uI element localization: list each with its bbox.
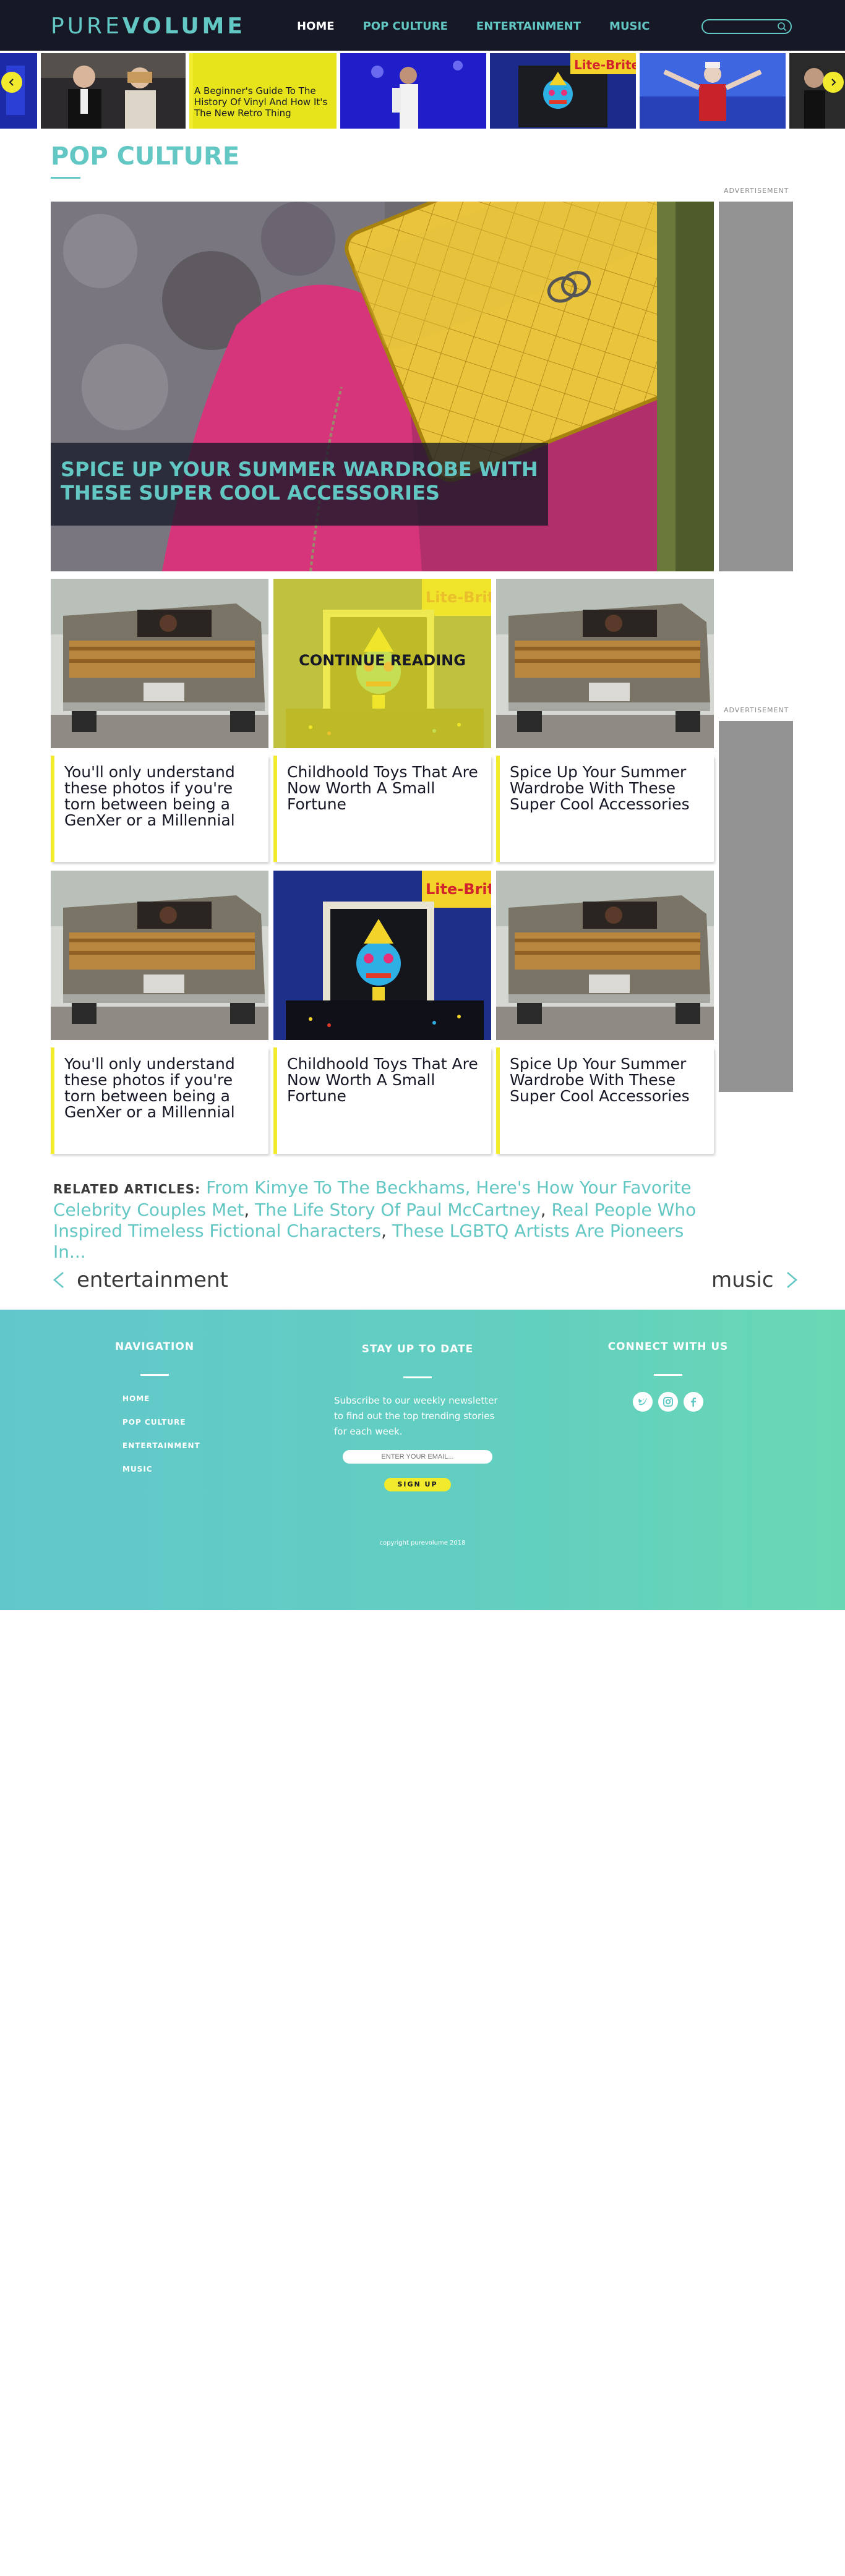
article-card-image[interactable] (51, 871, 268, 1040)
facebook-link[interactable] (684, 1392, 704, 1412)
nav-item-entertainment[interactable]: ENTERTAINMENT (476, 20, 581, 33)
ad-slot-bottom[interactable] (719, 721, 793, 1092)
article-card[interactable]: Lite-Brite Childhoold Toys That Are Now W… (273, 871, 491, 1154)
carousel-next-button[interactable] (823, 72, 844, 93)
search-box (701, 19, 792, 34)
article-card-image[interactable]: Lite-BriteCONTINUE READING (273, 579, 491, 748)
carousel-slide[interactable] (340, 53, 486, 129)
logo-bold-text: VOLUME (122, 14, 246, 39)
footer-divider (403, 1376, 432, 1378)
instagram-link[interactable] (658, 1392, 678, 1412)
search-icon[interactable] (777, 22, 787, 32)
article-card-image[interactable] (496, 579, 714, 748)
article-card-image[interactable] (496, 871, 714, 1040)
article-card-body: You'll only understand these photos if y… (51, 756, 268, 862)
carousel-slide[interactable]: A Beginner's Guide To The History Of Vin… (189, 53, 337, 129)
article-card-title[interactable]: Childhoold Toys That Are Now Worth A Sma… (287, 764, 479, 812)
next-category-label: music (711, 1268, 774, 1292)
article-card-body: You'll only understand these photos if y… (51, 1047, 268, 1154)
station-wagon-image (51, 871, 268, 1040)
prev-category-link[interactable]: entertainment (52, 1268, 228, 1292)
article-card-body: Spice Up Your Summer Wardrobe With These… (496, 1047, 714, 1154)
carousel-slide[interactable] (41, 53, 186, 129)
carousel-slide[interactable]: Lite-Brite (490, 53, 636, 129)
footer-link-entertainment[interactable]: ENTERTAINMENT (122, 1441, 204, 1450)
facebook-icon (691, 1397, 697, 1407)
carousel-prev-button[interactable] (1, 72, 22, 93)
article-card-body: Childhoold Toys That Are Now Worth A Sma… (273, 756, 491, 862)
article-card-title[interactable]: You'll only understand these photos if y… (64, 764, 256, 829)
article-card[interactable]: Lite-BriteCONTINUE READING Childhoold Toy… (273, 579, 491, 862)
newsletter-description: Subscribe to our weekly newsletter to fi… (334, 1395, 498, 1437)
page-title: POP CULTURE (51, 142, 240, 171)
article-card-body: Spice Up Your Summer Wardrobe With These… (496, 756, 714, 862)
title-underline (51, 177, 80, 179)
article-card-image[interactable] (51, 579, 268, 748)
prev-category-label: entertainment (77, 1268, 228, 1292)
footer-nav-links: HOME POP CULTURE ENTERTAINMENT MUSIC (105, 1394, 204, 1474)
search-input[interactable] (709, 22, 771, 32)
ad-slot-top[interactable] (719, 202, 793, 571)
lite-brite-image: Lite-Brite (273, 871, 491, 1040)
article-card[interactable]: You'll only understand these photos if y… (51, 871, 268, 1154)
article-card-title[interactable]: You'll only understand these photos if y… (64, 1056, 256, 1120)
footer-divider (140, 1374, 169, 1376)
ad-label: ADVERTISEMENT (724, 706, 789, 714)
footer-link-pop-culture[interactable]: POP CULTURE (122, 1418, 204, 1427)
station-wagon-image (51, 579, 268, 748)
article-card-image[interactable]: Lite-Brite (273, 871, 491, 1040)
chevron-right-icon (786, 1272, 797, 1288)
site-footer: NAVIGATION HOME POP CULTURE ENTERTAINMEN… (0, 1310, 845, 1610)
article-card-title[interactable]: Childhoold Toys That Are Now Worth A Sma… (287, 1056, 479, 1104)
chevron-left-icon (53, 1272, 64, 1288)
footer-nav-column: NAVIGATION HOME POP CULTURE ENTERTAINMEN… (105, 1341, 204, 1488)
footer-social-column: CONNECT WITH US (594, 1341, 742, 1412)
related-articles: RELATED ARTICLES: From Kimye To The Beck… (53, 1177, 697, 1262)
next-category-link[interactable]: music (711, 1268, 799, 1292)
instagram-icon (663, 1397, 673, 1407)
article-card-title[interactable]: Spice Up Your Summer Wardrobe With These… (510, 764, 701, 812)
logo-light-text: PURE (51, 14, 122, 39)
svg-text:Lite-Brite: Lite-Brite (426, 881, 491, 898)
footer-link-home[interactable]: HOME (122, 1394, 204, 1403)
ad-label: ADVERTISEMENT (724, 187, 789, 195)
chevron-right-icon (831, 79, 836, 86)
svg-text:Lite-Brite: Lite-Brite (574, 58, 636, 72)
article-card[interactable]: Spice Up Your Summer Wardrobe With These… (496, 871, 714, 1154)
twitter-icon (638, 1398, 647, 1405)
hero-caption: SPICE UP YOUR SUMMER WARDROBE WITH THESE… (51, 443, 548, 526)
site-logo[interactable]: PUREVOLUME (51, 14, 246, 39)
main-nav: HOME POP CULTURE ENTERTAINMENT MUSIC (297, 20, 678, 33)
continue-reading-overlay[interactable]: CONTINUE READING (273, 579, 491, 748)
featured-carousel: A Beginner's Guide To The History Of Vin… (0, 51, 845, 131)
newsletter-heading: STAY UP TO DATE (361, 1343, 474, 1355)
hero-title[interactable]: SPICE UP YOUR SUMMER WARDROBE WITH THESE… (61, 458, 543, 505)
station-wagon-image (496, 871, 714, 1040)
hero-article[interactable]: SPICE UP YOUR SUMMER WARDROBE WITH THESE… (51, 202, 714, 571)
carousel-slide-title: A Beginner's Guide To The History Of Vin… (194, 85, 328, 119)
site-header: PUREVOLUME HOME POP CULTURE ENTERTAINMEN… (0, 0, 845, 51)
twitter-link[interactable] (632, 1392, 653, 1412)
footer-nav-heading: NAVIGATION (114, 1341, 195, 1353)
article-card[interactable]: Spice Up Your Summer Wardrobe With These… (496, 579, 714, 862)
related-label: RELATED ARTICLES: (53, 1182, 201, 1196)
carousel-slide[interactable] (640, 53, 786, 129)
nav-item-home[interactable]: HOME (297, 20, 335, 33)
footer-link-music[interactable]: MUSIC (122, 1465, 204, 1474)
article-card-title[interactable]: Spice Up Your Summer Wardrobe With These… (510, 1056, 701, 1104)
footer-newsletter-column: STAY UP TO DATE Subscribe to our weekly … (334, 1343, 501, 1491)
newsletter-signup-button[interactable]: SIGN UP (384, 1477, 451, 1491)
nav-item-music[interactable]: MUSIC (609, 20, 650, 33)
continue-reading-label: CONTINUE READING (299, 652, 466, 669)
social-heading: CONNECT WITH US (607, 1341, 729, 1353)
footer-divider (654, 1374, 682, 1376)
chevron-left-icon (9, 79, 14, 86)
nav-item-pop-culture[interactable]: POP CULTURE (363, 20, 448, 33)
article-card[interactable]: You'll only understand these photos if y… (51, 579, 268, 862)
article-card-body: Childhoold Toys That Are Now Worth A Sma… (273, 1047, 491, 1154)
station-wagon-image (496, 579, 714, 748)
related-link[interactable]: The Life Story Of Paul McCartney (255, 1200, 541, 1220)
newsletter-email-input[interactable] (343, 1450, 492, 1464)
copyright-text: copyright purevolume 2018 (379, 1540, 466, 1546)
